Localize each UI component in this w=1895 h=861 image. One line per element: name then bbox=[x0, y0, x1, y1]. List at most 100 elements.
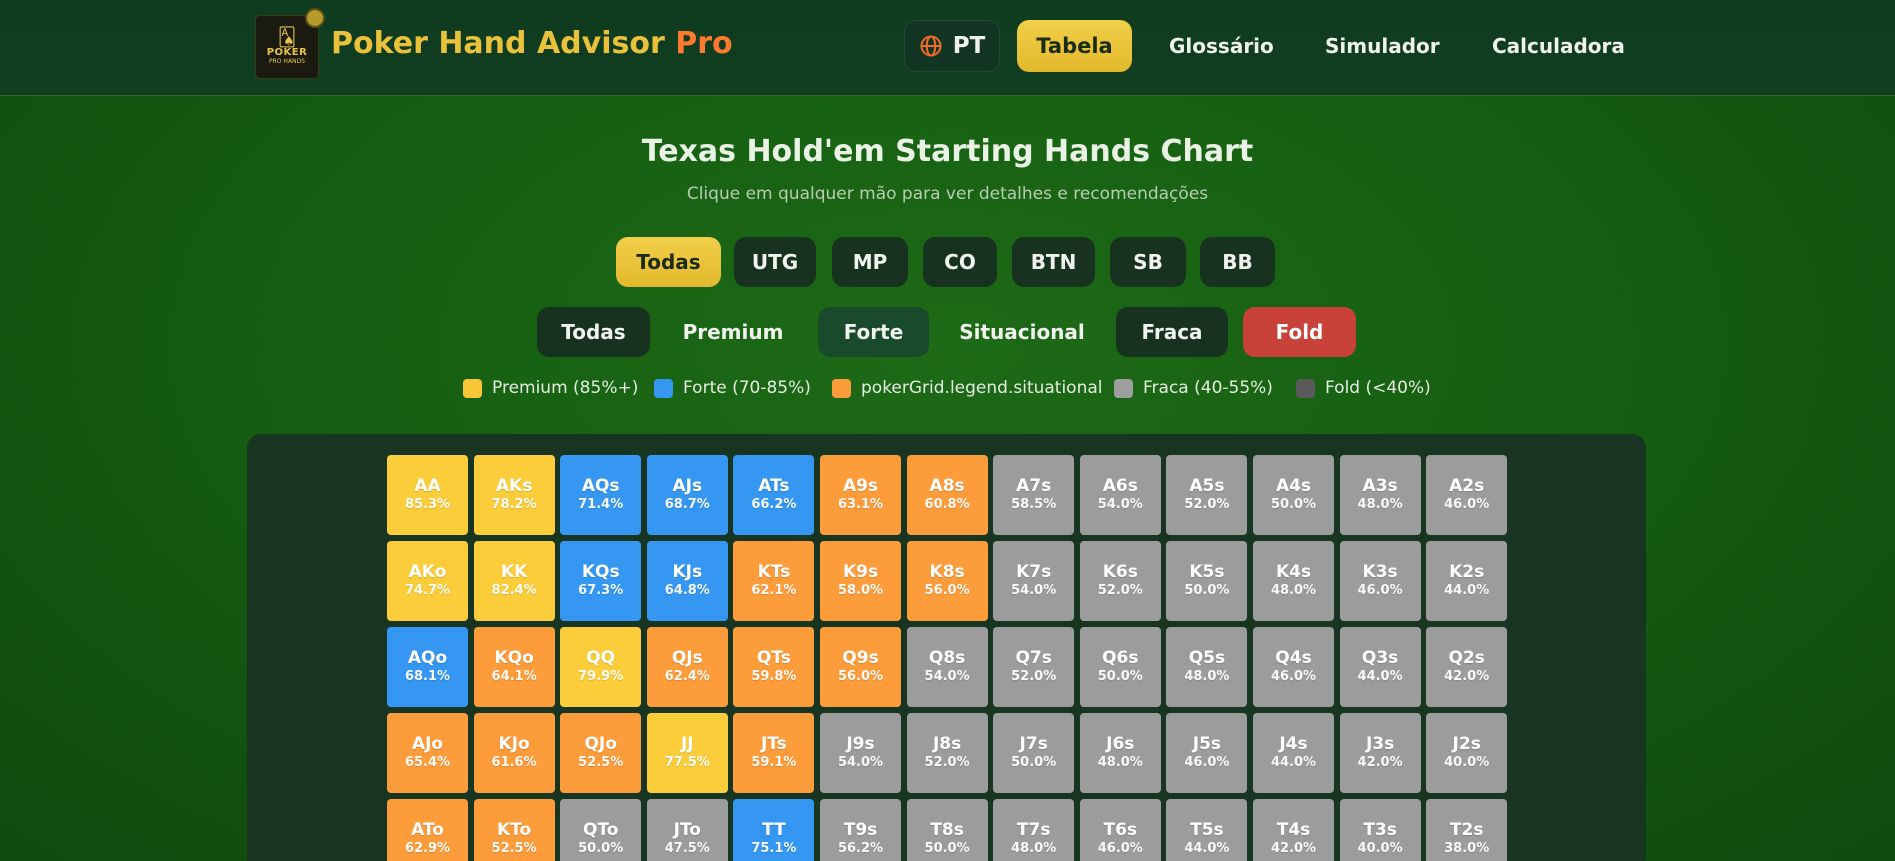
language-button[interactable]: PT bbox=[904, 20, 1000, 72]
hand-cell-q2s[interactable]: Q2s 42.0% bbox=[1426, 627, 1508, 707]
logo-badge-dot bbox=[307, 10, 323, 26]
hand-equity: 77.5% bbox=[664, 755, 710, 770]
hand-cell-q5s[interactable]: Q5s 48.0% bbox=[1166, 627, 1248, 707]
hand-cell-qto[interactable]: QTo 50.0% bbox=[560, 799, 642, 861]
logo[interactable]: 🂡 POKER PRO HANDS bbox=[256, 16, 318, 78]
hand-equity: 44.0% bbox=[1270, 755, 1317, 770]
nav-simulador[interactable]: Simulador bbox=[1325, 34, 1440, 58]
strength-filter-todas[interactable]: Todas bbox=[537, 307, 650, 357]
hand-label: KQo bbox=[494, 648, 534, 668]
strength-filter-situacional[interactable]: Situacional bbox=[945, 307, 1099, 357]
hand-cell-q4s[interactable]: Q4s 46.0% bbox=[1253, 627, 1334, 707]
hand-cell-k3s[interactable]: K3s 46.0% bbox=[1339, 541, 1421, 621]
hand-cell-tt[interactable]: TT 75.1% bbox=[733, 799, 815, 861]
hand-cell-t6s[interactable]: T6s 46.0% bbox=[1079, 799, 1161, 861]
hand-cell-kqs[interactable]: KQs 67.3% bbox=[560, 541, 642, 621]
hand-cell-t2s[interactable]: T2s 38.0% bbox=[1426, 799, 1508, 861]
hand-cell-a8s[interactable]: A8s 60.8% bbox=[906, 455, 988, 535]
hand-cell-a7s[interactable]: A7s 58.5% bbox=[993, 455, 1075, 535]
hand-cell-jts[interactable]: JTs 59.1% bbox=[733, 713, 815, 793]
hand-cell-ats[interactable]: ATs 66.2% bbox=[733, 455, 815, 535]
position-filter-mp[interactable]: MP bbox=[832, 237, 908, 287]
hand-cell-t5s[interactable]: T5s 44.0% bbox=[1166, 799, 1248, 861]
hand-label: K7s bbox=[1016, 562, 1052, 582]
hand-cell-a6s[interactable]: A6s 54.0% bbox=[1079, 455, 1161, 535]
hand-cell-aqs[interactable]: AQs 71.4% bbox=[560, 455, 642, 535]
hand-cell-aa[interactable]: AA 85.3% bbox=[387, 455, 468, 535]
hand-cell-aqo[interactable]: AQo 68.1% bbox=[387, 627, 468, 707]
hand-label: A6s bbox=[1102, 476, 1138, 496]
position-filter-bb[interactable]: BB bbox=[1200, 237, 1275, 287]
hand-cell-a4s[interactable]: A4s 50.0% bbox=[1253, 455, 1334, 535]
hand-cell-qjs[interactable]: QJs 62.4% bbox=[646, 627, 728, 707]
hand-cell-t8s[interactable]: T8s 50.0% bbox=[906, 799, 988, 861]
hand-cell-t3s[interactable]: T3s 40.0% bbox=[1339, 799, 1421, 861]
hand-cell-q3s[interactable]: Q3s 44.0% bbox=[1339, 627, 1421, 707]
hand-cell-ajs[interactable]: AJs 68.7% bbox=[646, 455, 728, 535]
hand-cell-q7s[interactable]: Q7s 52.0% bbox=[993, 627, 1075, 707]
hand-label: AA bbox=[414, 476, 441, 496]
hand-cell-j6s[interactable]: J6s 48.0% bbox=[1079, 713, 1161, 793]
hand-cell-k7s[interactable]: K7s 54.0% bbox=[993, 541, 1075, 621]
hand-cell-kjs[interactable]: KJs 64.8% bbox=[646, 541, 728, 621]
hand-cell-qts[interactable]: QTs 59.8% bbox=[733, 627, 815, 707]
hand-cell-j7s[interactable]: J7s 50.0% bbox=[993, 713, 1075, 793]
hand-equity: 42.0% bbox=[1444, 669, 1490, 684]
hand-cell-q9s[interactable]: Q9s 56.0% bbox=[820, 627, 901, 707]
strength-filter-fold[interactable]: Fold bbox=[1243, 307, 1356, 357]
hand-cell-ako[interactable]: AKo 74.7% bbox=[387, 541, 468, 621]
position-filter-todas[interactable]: Todas bbox=[616, 237, 721, 287]
hand-cell-j3s[interactable]: J3s 42.0% bbox=[1339, 713, 1421, 793]
hand-cell-k4s[interactable]: K4s 48.0% bbox=[1253, 541, 1334, 621]
hand-label: KTs bbox=[757, 562, 791, 582]
hand-cell-a2s[interactable]: A2s 46.0% bbox=[1426, 455, 1508, 535]
nav-tabela[interactable]: Tabela bbox=[1017, 20, 1132, 72]
hand-equity: 71.4% bbox=[578, 497, 624, 512]
hand-cell-q8s[interactable]: Q8s 54.0% bbox=[906, 627, 988, 707]
strength-filter-forte[interactable]: Forte bbox=[818, 307, 929, 357]
position-filter-btn[interactable]: BTN bbox=[1012, 237, 1095, 287]
position-filter-co[interactable]: CO bbox=[923, 237, 997, 287]
hand-cell-qjo[interactable]: QJo 52.5% bbox=[560, 713, 642, 793]
hand-cell-t9s[interactable]: T9s 56.2% bbox=[820, 799, 901, 861]
hand-cell-j5s[interactable]: J5s 46.0% bbox=[1166, 713, 1248, 793]
hand-cell-k2s[interactable]: K2s 44.0% bbox=[1426, 541, 1508, 621]
nav-calculadora[interactable]: Calculadora bbox=[1492, 34, 1625, 58]
hand-cell-jj[interactable]: JJ 77.5% bbox=[646, 713, 728, 793]
hand-cell-jto[interactable]: JTo 47.5% bbox=[646, 799, 728, 861]
hand-cell-a5s[interactable]: A5s 52.0% bbox=[1166, 455, 1248, 535]
hand-cell-kto[interactable]: KTo 52.5% bbox=[473, 799, 555, 861]
hand-cell-ato[interactable]: ATo 62.9% bbox=[387, 799, 468, 861]
hand-cell-aks[interactable]: AKs 78.2% bbox=[473, 455, 555, 535]
hand-cell-k8s[interactable]: K8s 56.0% bbox=[906, 541, 988, 621]
hand-cell-q6s[interactable]: Q6s 50.0% bbox=[1079, 627, 1161, 707]
hand-cell-a3s[interactable]: A3s 48.0% bbox=[1339, 455, 1421, 535]
hand-label: QQ bbox=[586, 648, 616, 668]
position-filter-utg[interactable]: UTG bbox=[734, 237, 816, 287]
nav-glossario[interactable]: Glossário bbox=[1169, 34, 1274, 58]
hand-equity: 50.0% bbox=[924, 841, 970, 856]
hand-cell-j2s[interactable]: J2s 40.0% bbox=[1426, 713, 1508, 793]
hand-cell-k6s[interactable]: K6s 52.0% bbox=[1079, 541, 1161, 621]
hand-cell-t4s[interactable]: T4s 42.0% bbox=[1253, 799, 1334, 861]
hand-cell-ajo[interactable]: AJo 65.4% bbox=[387, 713, 468, 793]
hand-cell-a9s[interactable]: A9s 63.1% bbox=[820, 455, 901, 535]
hand-cell-kk[interactable]: KK 82.4% bbox=[473, 541, 555, 621]
position-filter-sb[interactable]: SB bbox=[1110, 237, 1186, 287]
strength-filter-premium[interactable]: Premium bbox=[664, 307, 802, 357]
hand-cell-k9s[interactable]: K9s 58.0% bbox=[820, 541, 901, 621]
hand-cell-t7s[interactable]: T7s 48.0% bbox=[993, 799, 1075, 861]
hand-cell-kts[interactable]: KTs 62.1% bbox=[733, 541, 815, 621]
hand-cell-qq[interactable]: QQ 79.9% bbox=[560, 627, 642, 707]
brand-title[interactable]: Poker Hand Advisor Pro bbox=[331, 26, 733, 61]
hand-cell-j4s[interactable]: J4s 44.0% bbox=[1253, 713, 1334, 793]
hand-cell-kqo[interactable]: KQo 64.1% bbox=[473, 627, 555, 707]
hand-cell-k5s[interactable]: K5s 50.0% bbox=[1166, 541, 1248, 621]
hand-cell-j8s[interactable]: J8s 52.0% bbox=[906, 713, 988, 793]
hand-label: QJo bbox=[584, 734, 617, 754]
hand-cell-j9s[interactable]: J9s 54.0% bbox=[820, 713, 901, 793]
strength-filter-fraca[interactable]: Fraca bbox=[1116, 307, 1228, 357]
hand-cell-kjo[interactable]: KJo 61.6% bbox=[473, 713, 555, 793]
hand-equity: 46.0% bbox=[1270, 669, 1317, 684]
hand-equity: 85.3% bbox=[404, 497, 451, 512]
